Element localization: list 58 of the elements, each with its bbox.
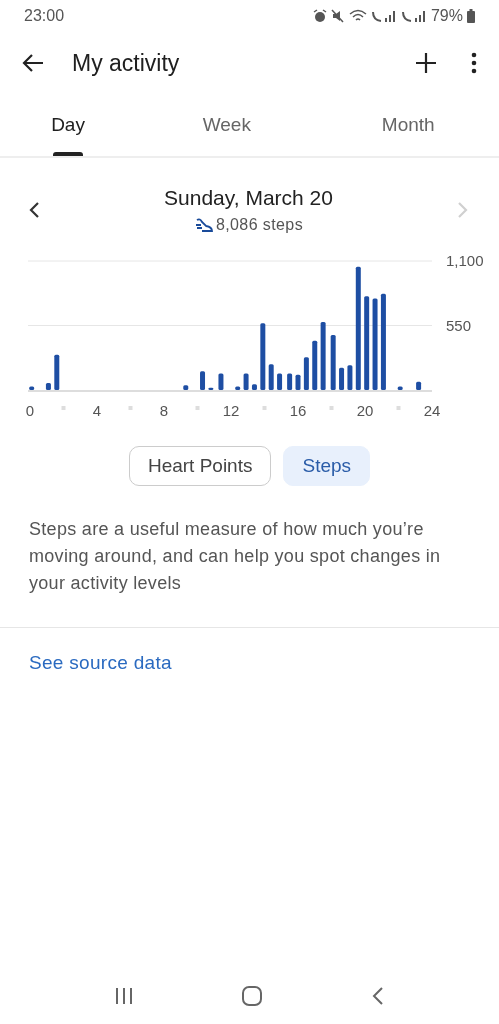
back-icon[interactable] xyxy=(22,53,44,73)
signal-icon xyxy=(370,9,397,23)
chart-bar xyxy=(54,354,60,390)
chart-bar xyxy=(243,373,249,390)
wifi-icon xyxy=(348,9,367,23)
add-icon[interactable] xyxy=(415,52,437,74)
chart-bar xyxy=(295,374,301,390)
chart-bar xyxy=(235,386,241,390)
chart-bar xyxy=(45,382,51,390)
chart-bar xyxy=(251,384,257,390)
previous-icon[interactable] xyxy=(28,201,40,219)
battery-icon xyxy=(467,9,475,23)
mute-icon xyxy=(330,9,345,23)
chart-bar xyxy=(330,334,336,390)
chart-bar xyxy=(397,386,403,390)
chart-bar xyxy=(277,373,283,390)
axis-label: 0 xyxy=(25,402,35,419)
period-tab[interactable]: Day xyxy=(0,94,137,156)
home-icon[interactable] xyxy=(241,985,264,1007)
axis-label: 4 xyxy=(92,402,102,419)
status-time: 23:00 xyxy=(24,7,65,25)
chart-bar xyxy=(347,365,353,390)
description-text: Steps are a useful measure of how much you’re moving around, and can help you spot changes in your activity levels xyxy=(0,486,499,628)
back-nav-icon[interactable] xyxy=(371,986,386,1006)
steps-total: 8,086 steps xyxy=(215,216,304,234)
source-data-link[interactable]: See source data xyxy=(29,652,172,673)
chart-bar xyxy=(312,340,318,390)
chart-bar xyxy=(260,323,266,390)
chart-bar xyxy=(287,373,293,390)
chart-bar xyxy=(416,381,422,390)
alarm-icon xyxy=(312,9,327,23)
axis-label: 550 xyxy=(446,316,472,334)
axis-label: 16 xyxy=(289,402,307,419)
axis-label: 8 xyxy=(159,402,169,419)
metric-chip[interactable]: Steps xyxy=(283,446,371,486)
shoe-icon xyxy=(193,217,214,233)
chart-bar xyxy=(320,322,326,390)
more-icon[interactable] xyxy=(471,52,477,74)
recents-icon[interactable] xyxy=(113,987,134,1005)
chart-bar xyxy=(183,385,189,390)
axis-label: 24 xyxy=(423,402,441,419)
period-tab[interactable]: Week xyxy=(136,94,318,156)
chart-bar xyxy=(208,387,214,390)
chart-bar xyxy=(29,386,35,390)
axis-label: 20 xyxy=(356,402,374,419)
chart-bar xyxy=(268,364,274,390)
chart-bar xyxy=(303,357,309,390)
metric-chip[interactable]: Heart Points xyxy=(128,446,272,486)
date-title: Sunday, March 20 xyxy=(164,186,333,210)
battery-percent: 79% xyxy=(430,7,463,25)
period-tab[interactable]: Month xyxy=(317,94,499,156)
chart-bar xyxy=(339,367,345,390)
chart-bar xyxy=(218,373,224,390)
chart-bar xyxy=(200,371,206,390)
signal-icon xyxy=(400,9,427,23)
page-title: My activity xyxy=(72,49,181,77)
axis-label: 1,100 xyxy=(446,252,484,269)
axis-label: 12 xyxy=(222,402,240,419)
